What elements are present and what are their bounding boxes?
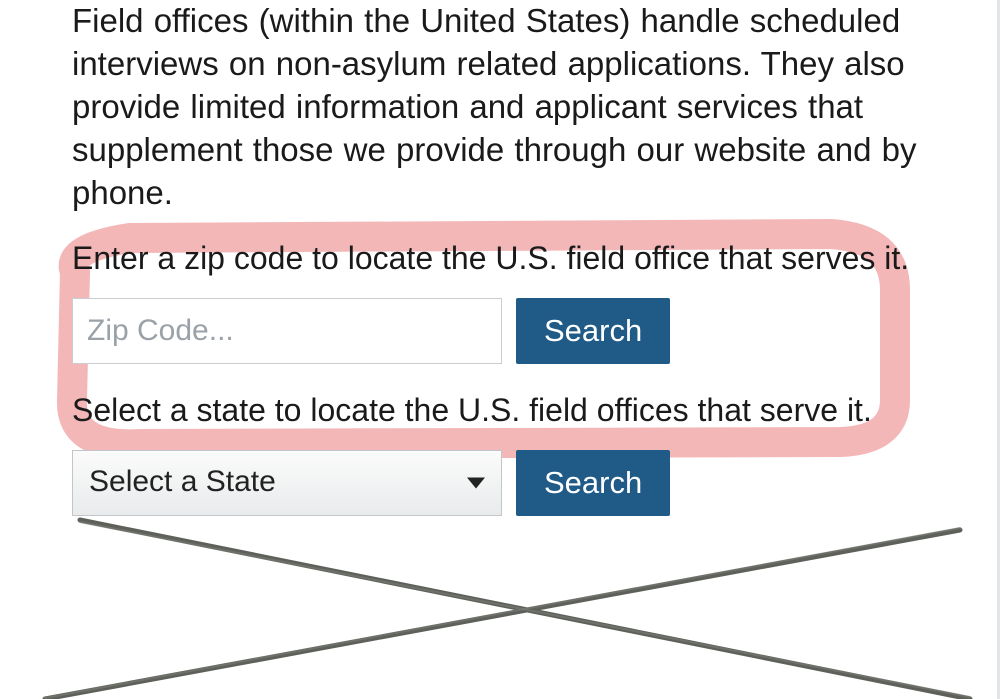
chevron-down-icon (467, 477, 485, 488)
state-select[interactable]: Select a State (72, 450, 502, 516)
state-controls: Select a State Search (72, 450, 930, 516)
cross-stroke-1 (45, 530, 960, 699)
zip-prompt: Enter a zip code to locate the U.S. fiel… (72, 238, 930, 280)
zip-search-button[interactable]: Search (516, 298, 670, 364)
state-prompt: Select a state to locate the U.S. field … (72, 390, 930, 432)
intro-paragraph: Field offices (within the United States)… (72, 0, 930, 214)
state-search-button[interactable]: Search (516, 450, 670, 516)
zip-controls: Search (72, 298, 930, 364)
cross-stroke-2 (80, 520, 970, 699)
content-block: Field offices (within the United States)… (0, 0, 1000, 516)
zip-code-input[interactable] (72, 298, 502, 364)
state-select-value: Select a State (89, 462, 276, 503)
